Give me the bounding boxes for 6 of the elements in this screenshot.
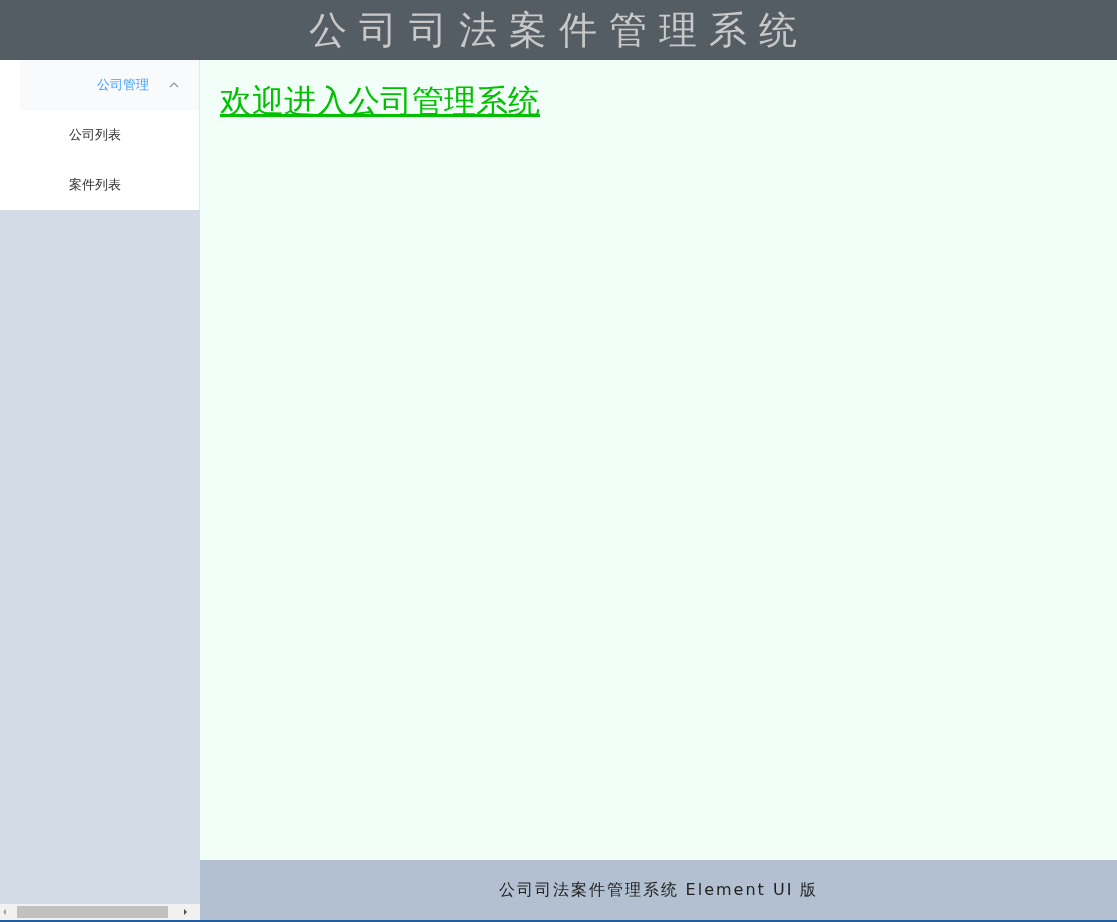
app-title: 公司司法案件管理系统 — [308, 6, 809, 54]
menu-item[interactable]: 案件列表 — [0, 160, 199, 210]
footer-text: 公司司法案件管理系统 Element UI 版 — [498, 879, 819, 901]
horizontal-scrollbar[interactable] — [0, 904, 200, 920]
menu-item[interactable]: 公司列表 — [0, 110, 199, 160]
caret-icon — [169, 82, 179, 88]
